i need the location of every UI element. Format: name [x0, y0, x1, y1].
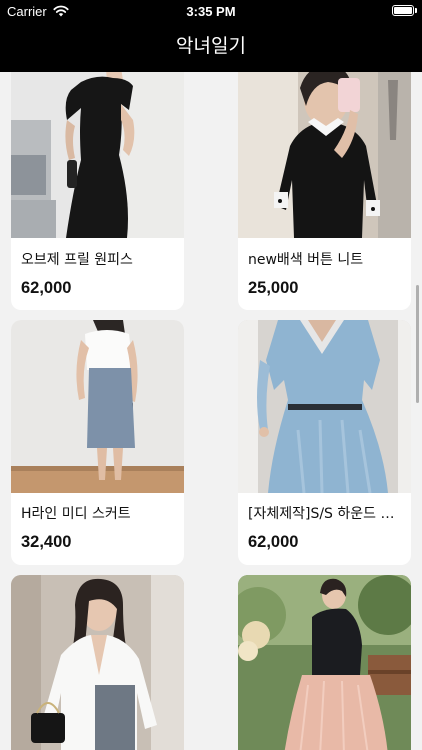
blue-dress-photo	[238, 320, 411, 493]
nav-bar: 악녀일기	[0, 24, 422, 72]
scroll-indicator[interactable]	[416, 285, 419, 403]
product-grid[interactable]: 오브제 프릴 원피스 62,000 new배색 버튼 니트 25,000 H라인…	[0, 72, 422, 750]
product-card[interactable]: 오브제 프릴 원피스 62,000	[11, 72, 184, 310]
black-knit-photo	[238, 72, 411, 238]
product-name: [자체제작]S/S 하운드 체…	[248, 506, 401, 522]
pink-tulle-skirt-photo	[238, 575, 411, 750]
page-title: 악녀일기	[176, 35, 246, 57]
battery-icon	[392, 5, 417, 16]
status-bar: Carrier 3:35 PM	[0, 0, 422, 24]
product-card[interactable]: new배색 버튼 니트 25,000	[238, 72, 411, 310]
blue-skirt-photo	[11, 320, 184, 493]
product-price: 62,000	[248, 533, 299, 551]
product-card[interactable]: H라인 미디 스커트 32,400	[11, 320, 184, 565]
product-card[interactable]: [자체제작]S/S 하운드 체… 62,000	[238, 320, 411, 565]
product-price: 25,000	[248, 279, 299, 297]
white-jacket-photo	[11, 575, 184, 750]
product-name: H라인 미디 스커트	[21, 506, 131, 522]
black-dress-photo	[11, 72, 184, 238]
product-price: 32,400	[21, 533, 72, 551]
product-name: new배색 버튼 니트	[248, 252, 364, 268]
product-name: 오브제 프릴 원피스	[21, 252, 133, 268]
clock-label: 3:35 PM	[186, 4, 236, 19]
product-card[interactable]	[238, 575, 411, 750]
product-card[interactable]	[11, 575, 184, 750]
product-price: 62,000	[21, 279, 72, 297]
